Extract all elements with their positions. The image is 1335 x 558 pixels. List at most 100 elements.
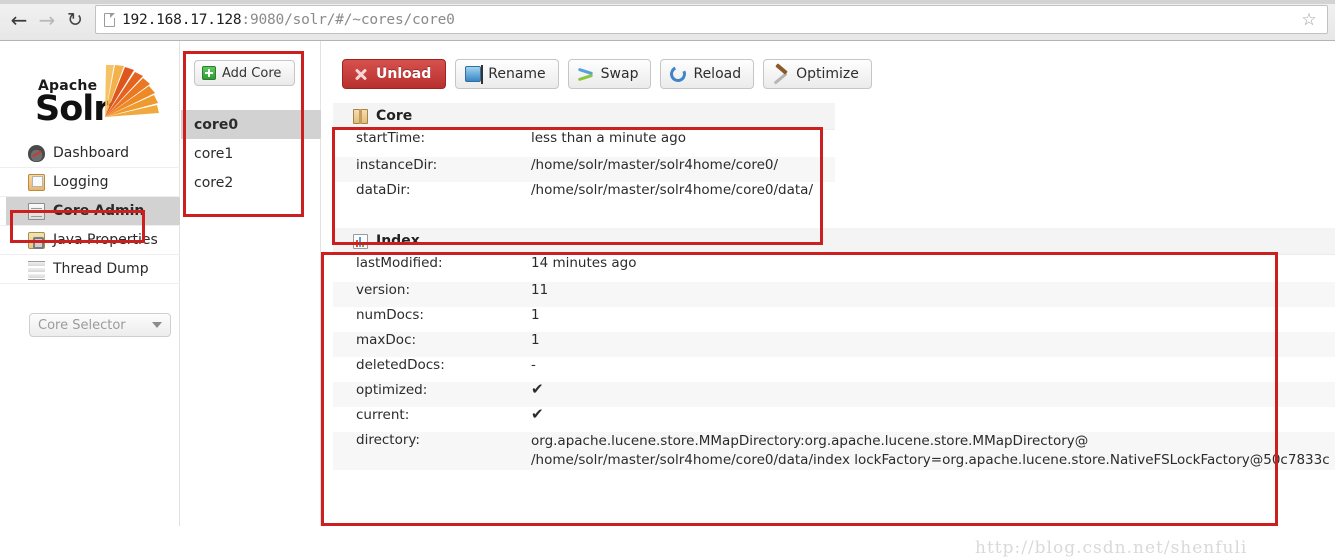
core-name: core0 [194, 116, 239, 133]
reload-button[interactable]: ↻ [62, 7, 88, 33]
sidebar: Apache Solr Dashboard Logging Core Admin… [0, 41, 180, 526]
row-value: org.apache.lucene.store.MMapDirectory:or… [531, 432, 1330, 470]
row-value: /home/solr/master/solr4home/core0/data/ [531, 182, 814, 198]
row-key: deletedDocs: [356, 357, 445, 373]
sidebar-item-label: Thread Dump [53, 261, 149, 277]
swap-button[interactable]: Swap [567, 59, 652, 89]
directory-line-2: /home/solr/master/solr4home/core0/data/i… [531, 452, 1330, 468]
add-core-label: Add Core [222, 65, 282, 81]
back-button[interactable]: ← [6, 7, 32, 33]
row-key: optimized: [356, 382, 428, 398]
browser-tabstrip [0, 0, 1335, 4]
reload-core-button[interactable]: Reload [660, 59, 755, 89]
row-key: startTime: [356, 130, 426, 146]
address-bar[interactable]: 192.168.17.128:9080/solr/#/~cores/core0 … [95, 5, 1328, 34]
table-row: lastModified: 14 minutes ago [333, 255, 1335, 282]
apache-solr-logo[interactable]: Apache Solr [33, 59, 173, 129]
thread-dump-icon [28, 260, 45, 280]
index-info-panel: Index lastModified: 14 minutes ago versi… [333, 228, 1335, 470]
sidebar-item-logging[interactable]: Logging [0, 168, 180, 197]
solr-admin-page: Apache Solr Dashboard Logging Core Admin… [0, 41, 1335, 558]
reload-label: Reload [693, 66, 742, 82]
directory-line-1: org.apache.lucene.store.MMapDirectory:or… [531, 433, 1089, 449]
core-list-column: Add Core core0 core1 core2 [181, 41, 321, 526]
swap-icon [578, 66, 594, 82]
reload-icon [668, 63, 689, 85]
page-document-icon [104, 12, 115, 27]
sidebar-nav: Dashboard Logging Core Admin Java Proper… [0, 139, 180, 284]
optimize-label: Optimize [796, 66, 859, 82]
url-text: 192.168.17.128:9080/solr/#/~cores/core0 [122, 12, 455, 28]
row-key: numDocs: [356, 307, 424, 323]
core-selector-dropdown[interactable]: Core Selector [29, 313, 171, 337]
row-key: dataDir: [356, 182, 411, 198]
core-list-item-core1[interactable]: core1 [181, 139, 321, 168]
table-row: startTime: less than a minute ago [333, 130, 835, 157]
table-row: dataDir: /home/solr/master/solr4home/cor… [333, 182, 835, 207]
index-panel-header: Index [333, 228, 1335, 255]
chevron-down-icon [152, 322, 162, 328]
logging-tray-icon [28, 173, 45, 191]
rename-icon [465, 65, 484, 84]
core-list-item-core0[interactable]: core0 [181, 110, 321, 139]
bookmark-star-icon[interactable]: ☆ [1300, 11, 1318, 29]
sidebar-item-thread-dump[interactable]: Thread Dump [0, 255, 180, 284]
row-key: directory: [356, 432, 420, 448]
core-name: core2 [194, 174, 234, 191]
box-icon [353, 108, 368, 124]
row-value: 11 [531, 282, 549, 298]
unload-button[interactable]: Unload [342, 59, 447, 89]
core-admin-icon [28, 202, 45, 220]
table-row: deletedDocs: - [333, 357, 1335, 382]
url-host: 192.168.17.128 [122, 11, 242, 28]
sidebar-item-label: Dashboard [53, 145, 129, 161]
sidebar-item-label: Logging [53, 174, 109, 190]
core-selector-label: Core Selector [38, 317, 126, 333]
table-row: optimized: ✔ [333, 382, 1335, 407]
current-check-icon: ✔ [531, 405, 544, 423]
row-value: 1 [531, 332, 540, 348]
core-panel-title: Core [376, 108, 413, 124]
row-key: version: [356, 282, 410, 298]
row-value: /home/solr/master/solr4home/core0/ [531, 157, 779, 173]
table-row: instanceDir: /home/solr/master/solr4home… [333, 157, 835, 182]
core-list-item-core2[interactable]: core2 [181, 168, 321, 197]
row-key: lastModified: [356, 255, 443, 271]
browser-chrome: ← → ↻ 192.168.17.128:9080/solr/#/~cores/… [0, 0, 1335, 41]
swap-label: Swap [600, 66, 639, 82]
table-row: maxDoc: 1 [333, 332, 1335, 357]
rename-button[interactable]: Rename [455, 59, 559, 89]
table-row-directory: directory: org.apache.lucene.store.MMapD… [333, 432, 1335, 470]
watermark-text: http://blog.csdn.net/shenfuli [975, 538, 1248, 558]
sidebar-item-core-admin[interactable]: Core Admin [0, 197, 180, 226]
sidebar-item-java-properties[interactable]: Java Properties [0, 226, 180, 255]
core-panel-header: Core [333, 103, 835, 130]
bar-chart-icon [353, 233, 368, 249]
table-row: numDocs: 1 [333, 307, 1335, 332]
row-value: 1 [531, 307, 540, 323]
index-panel-title: Index [376, 233, 420, 249]
optimize-button[interactable]: Optimize [763, 59, 872, 89]
gauge-icon [28, 144, 45, 162]
java-jar-icon [28, 231, 45, 249]
sidebar-item-dashboard[interactable]: Dashboard [0, 139, 180, 168]
table-row: version: 11 [333, 282, 1335, 307]
sidebar-item-label: Java Properties [53, 232, 158, 248]
plus-icon [202, 66, 216, 80]
rename-label: Rename [488, 66, 546, 82]
core-name: core1 [194, 145, 234, 162]
optimize-icon [773, 66, 789, 82]
sidebar-item-label: Core Admin [53, 203, 145, 219]
x-mark-icon [353, 66, 369, 82]
url-path: :9080/solr/#/~cores/core0 [241, 11, 455, 28]
solr-sunburst-icon [105, 65, 159, 117]
core-info-panel: Core startTime: less than a minute ago i… [333, 103, 835, 207]
unload-label: Unload [376, 66, 432, 82]
row-value: less than a minute ago [531, 130, 686, 146]
add-core-button[interactable]: Add Core [194, 60, 295, 86]
main-content: Unload Rename Swap Reload Optimize Core … [322, 41, 1335, 526]
forward-button[interactable]: → [34, 7, 60, 33]
row-value: - [531, 357, 536, 373]
table-row: current: ✔ [333, 407, 1335, 432]
row-value: 14 minutes ago [531, 255, 637, 271]
